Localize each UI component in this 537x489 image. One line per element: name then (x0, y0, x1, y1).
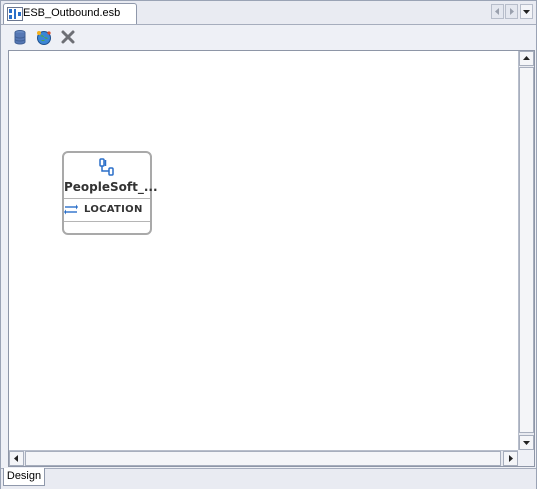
node-divider (64, 221, 150, 222)
tab-label: ESB_Outbound.esb (23, 7, 121, 19)
scroll-up-button[interactable] (519, 51, 534, 66)
editor-tab-bar: ESB_Outbound.esb (1, 1, 536, 25)
scroll-tabs-right-button[interactable] (505, 4, 518, 19)
vertical-scroll-thumb[interactable] (519, 67, 534, 433)
tab-design[interactable]: Design (3, 468, 45, 486)
peoplesoft-service-node[interactable]: PeopleSoft_... LOCATION (62, 151, 158, 235)
esb-file-icon (7, 7, 23, 21)
node-title: PeopleSoft_... (64, 180, 158, 194)
horizontal-scroll-thumb[interactable] (25, 451, 501, 466)
globe-service-icon[interactable] (35, 29, 53, 46)
editor-window: ESB_Outbound.esb PeopleSoft_... LOCATION… (0, 0, 537, 489)
bidirectional-operation-icon (64, 203, 78, 215)
adapter-service-icon (97, 157, 117, 177)
design-canvas-panel: PeopleSoft_... LOCATION (8, 50, 535, 467)
tab-esb-outbound[interactable]: ESB_Outbound.esb (3, 3, 137, 24)
scroll-left-button[interactable] (9, 451, 24, 466)
view-tab-bar: Design (1, 468, 536, 489)
node-divider (64, 198, 150, 199)
editor-toolbar (1, 25, 536, 49)
tab-list-dropdown-button[interactable] (520, 4, 533, 19)
scroll-tabs-left-button[interactable] (491, 4, 504, 19)
design-canvas[interactable]: PeopleSoft_... LOCATION (9, 51, 518, 450)
database-icon[interactable] (11, 29, 29, 46)
operation-label[interactable]: LOCATION (84, 204, 143, 215)
scroll-right-button[interactable] (503, 451, 518, 466)
scrollbar-corner (518, 450, 534, 466)
vertical-scrollbar[interactable] (518, 51, 534, 450)
delete-icon[interactable] (59, 29, 77, 46)
horizontal-scrollbar[interactable] (9, 450, 518, 466)
scroll-down-button[interactable] (519, 435, 534, 450)
